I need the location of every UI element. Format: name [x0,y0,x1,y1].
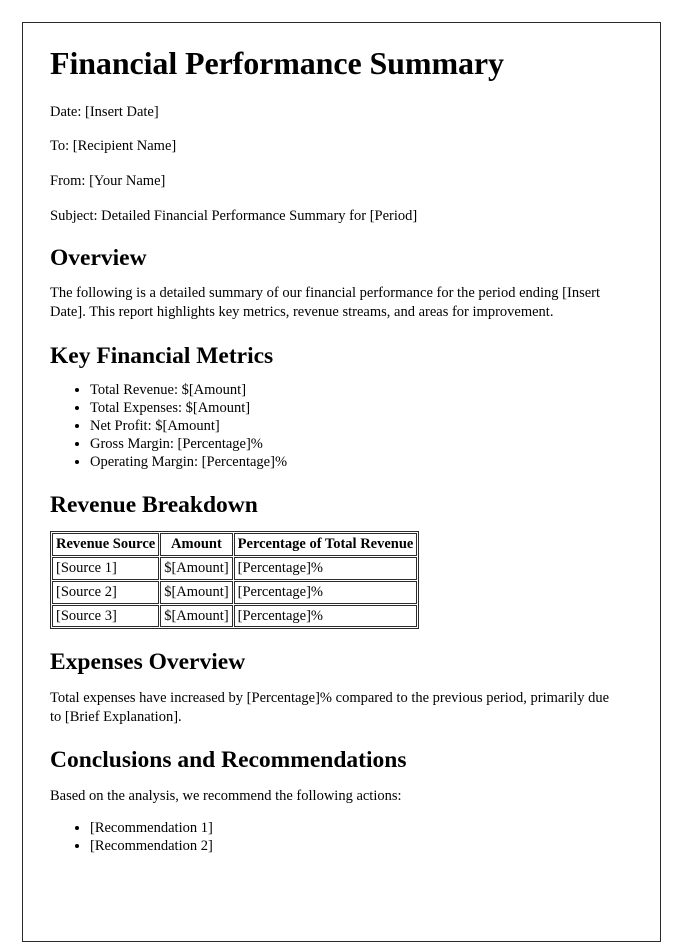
table-body: [Source 1] $[Amount] [Percentage]% [Sour… [52,556,418,628]
document-page: Financial Performance Summary Date: [Ins… [22,22,661,942]
cell-percentage: [Percentage]% [233,604,418,628]
list-item: Operating Margin: [Percentage]% [90,454,634,472]
column-header-percentage-of-total-revenue: Percentage of Total Revenue [233,533,418,556]
expenses-overview-paragraph: Total expenses have increased by [Percen… [50,689,610,725]
cell-amount: $[Amount] [160,556,233,580]
cell-percentage: [Percentage]% [233,580,418,604]
column-header-amount: Amount [160,533,233,556]
page-title: Financial Performance Summary [50,45,504,81]
section-heading-overview: Overview [50,244,147,271]
cell-amount: $[Amount] [160,604,233,628]
list-item: Total Revenue: $[Amount] [90,382,634,400]
list-item: Gross Margin: [Percentage]% [90,436,634,454]
cell-amount: $[Amount] [160,580,233,604]
cell-source: [Source 2] [52,580,160,604]
meta-line-subject: Subject: Detailed Financial Performance … [50,207,418,224]
list-item: [Recommendation 2] [90,838,634,856]
meta-line-to: To: [Recipient Name] [50,138,177,155]
section-heading-conclusions-and-recommendations: Conclusions and Recommendations [50,747,407,774]
cell-percentage: [Percentage]% [233,556,418,580]
list-item: [Recommendation 1] [90,820,634,838]
table-row: [Source 3] $[Amount] [Percentage]% [52,604,418,628]
cell-source: [Source 1] [52,556,160,580]
key-metrics-list: Total Revenue: $[Amount] Total Expenses:… [50,382,634,472]
section-heading-key-financial-metrics: Key Financial Metrics [50,342,274,369]
section-heading-expenses-overview: Expenses Overview [50,649,246,676]
list-item: Net Profit: $[Amount] [90,418,634,436]
list-item: Total Expenses: $[Amount] [90,400,634,418]
table-row: [Source 2] $[Amount] [Percentage]% [52,580,418,604]
column-header-revenue-source: Revenue Source [52,533,160,556]
section-heading-revenue-breakdown: Revenue Breakdown [50,491,258,518]
table-header-row: Revenue Source Amount Percentage of Tota… [52,533,418,556]
table-header: Revenue Source Amount Percentage of Tota… [52,533,418,556]
recommendations-list: [Recommendation 1] [Recommendation 2] [50,820,634,856]
document-body: Financial Performance Summary Date: [Ins… [23,23,660,856]
meta-line-date: Date: [Insert Date] [50,103,159,120]
conclusions-lead-in: Based on the analysis, we recommend the … [50,787,402,804]
table-row: [Source 1] $[Amount] [Percentage]% [52,556,418,580]
revenue-breakdown-table: Revenue Source Amount Percentage of Tota… [50,531,420,630]
overview-paragraph: The following is a detailed summary of o… [50,284,601,321]
meta-line-from: From: [Your Name] [50,173,166,189]
cell-source: [Source 3] [52,604,160,628]
